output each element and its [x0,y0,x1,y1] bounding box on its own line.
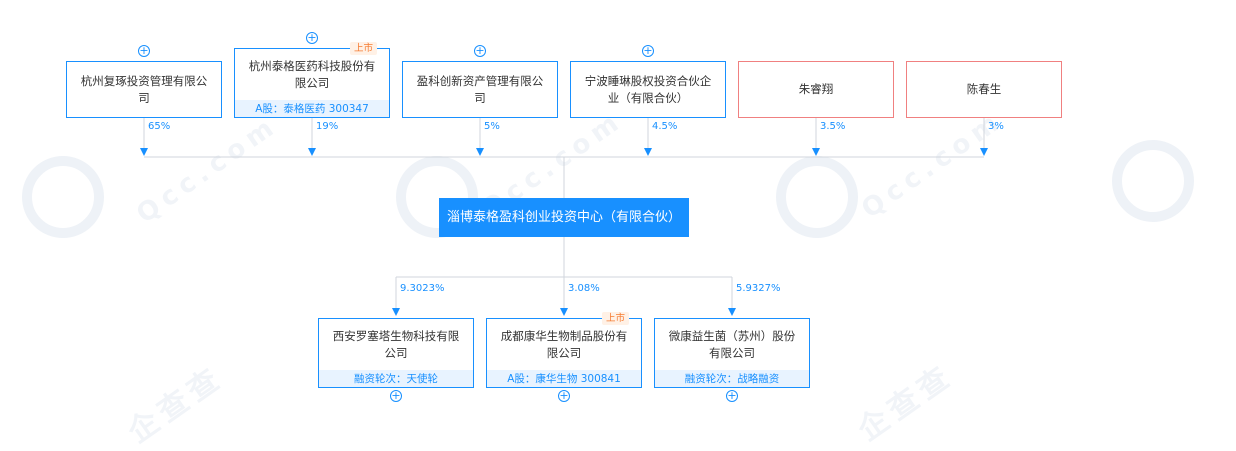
person-shareholder-node[interactable]: 陈春生 [906,61,1062,118]
center-company-node[interactable]: 淄博泰格盈科创业投资中心（有限合伙） [439,198,689,237]
shareholder-name: 宁波睡琳股权投资合伙企业（有限合伙） [584,73,712,105]
expand-plus-icon[interactable]: + [474,45,486,57]
investment-percent: 9.3023% [400,283,445,294]
shareholder-node[interactable]: 宁波睡琳股权投资合伙企业（有限合伙） [570,61,726,118]
shareholder-percent: 4.5% [652,121,678,132]
equity-structure-diagram: Qcc.com Qcc.com Qcc.com 企查查 企查查 + 杭州复琢投资… [0,0,1236,450]
financing-round: 融资轮次：天使轮 [319,370,473,387]
center-company-name: 淄博泰格盈科创业投资中心（有限合伙） [447,210,682,225]
stock-info[interactable]: A股：泰格医药 300347 [235,100,389,117]
listed-tag: 上市 [602,312,630,325]
investment-percent: 3.08% [568,283,600,294]
shareholder-percent: 65% [148,121,171,132]
expand-plus-icon[interactable]: + [306,32,318,44]
investment-node[interactable]: 微康益生菌（苏州）股份有限公司 融资轮次：战略融资 [654,318,810,388]
listed-tag: 上市 [350,42,378,55]
expand-plus-icon[interactable]: + [138,45,150,57]
shareholder-percent: 3% [988,121,1004,132]
shareholder-name: 杭州复琢投资管理有限公司 [80,73,208,105]
shareholder-node[interactable]: 盈科创新资产管理有限公司 [402,61,558,118]
investment-node[interactable]: 西安罗塞塔生物科技有限公司 融资轮次：天使轮 [318,318,474,388]
investment-name: 微康益生菌（苏州）股份有限公司 [668,328,796,360]
shareholder-name: 盈科创新资产管理有限公司 [416,73,544,105]
expand-plus-icon[interactable]: + [390,390,402,402]
shareholder-node[interactable]: 杭州泰格医药科技股份有限公司 A股：泰格医药 300347 [234,48,390,118]
shareholder-percent: 5% [484,121,500,132]
person-name: 朱睿翔 [798,82,834,96]
expand-plus-icon[interactable]: + [726,390,738,402]
expand-plus-icon[interactable]: + [642,45,654,57]
person-shareholder-node[interactable]: 朱睿翔 [738,61,894,118]
expand-plus-icon[interactable]: + [558,390,570,402]
person-name: 陈春生 [966,82,1002,96]
investment-name: 西安罗塞塔生物科技有限公司 [332,328,460,360]
financing-round: 融资轮次：战略融资 [655,370,809,387]
investment-node[interactable]: 成都康华生物制品股份有限公司 A股：康华生物 300841 [486,318,642,388]
investment-percent: 5.9327% [736,283,781,294]
shareholder-percent: 19% [316,121,339,132]
shareholder-node[interactable]: 杭州复琢投资管理有限公司 [66,61,222,118]
shareholder-percent: 3.5% [820,121,846,132]
shareholder-name: 杭州泰格医药科技股份有限公司 [248,58,376,90]
investment-name: 成都康华生物制品股份有限公司 [500,328,628,360]
stock-info[interactable]: A股：康华生物 300841 [487,370,641,387]
